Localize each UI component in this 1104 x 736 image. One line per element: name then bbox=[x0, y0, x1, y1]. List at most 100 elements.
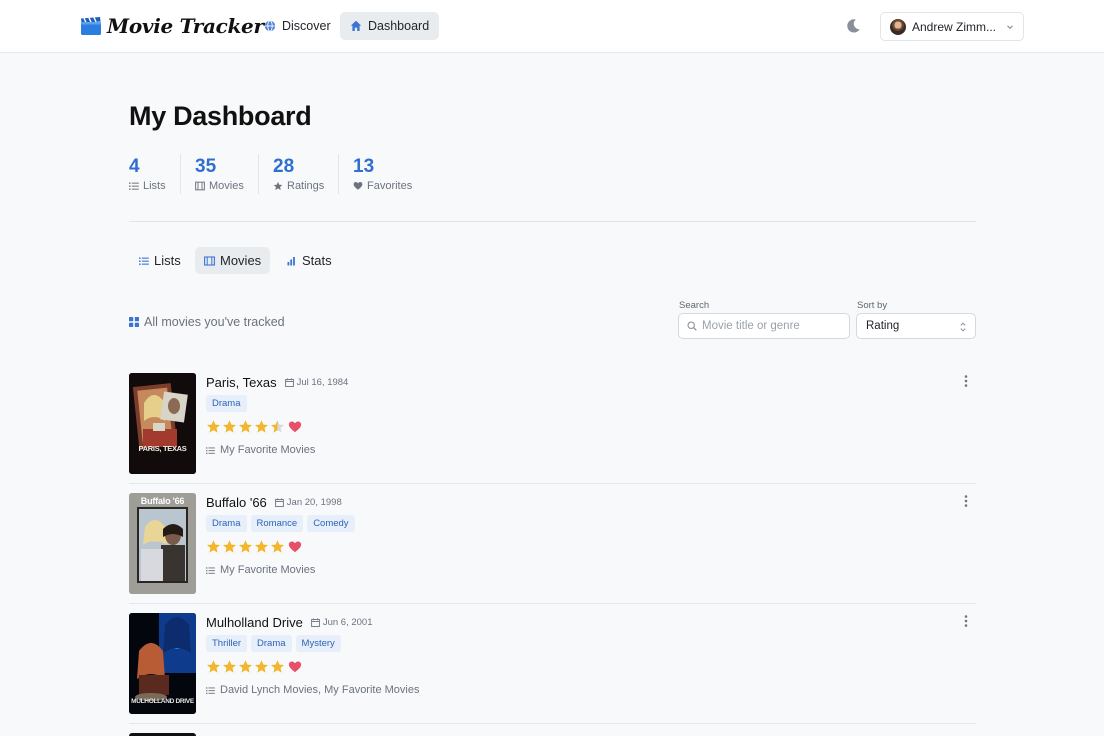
favorite-heart-icon[interactable] bbox=[288, 540, 302, 554]
list-icon bbox=[206, 686, 215, 694]
movies-section-label: All movies you've tracked bbox=[129, 315, 285, 329]
genre-tags: Drama bbox=[206, 395, 251, 412]
stat-label: Ratings bbox=[287, 180, 325, 192]
stat-value: 4 bbox=[129, 156, 140, 177]
movie-poster[interactable]: PARIS, TEXAS bbox=[129, 373, 196, 474]
stat-value: 35 bbox=[195, 156, 217, 177]
divider bbox=[129, 483, 976, 484]
poster-caption: PARIS, TEXAS bbox=[138, 444, 187, 453]
star-full-icon[interactable] bbox=[270, 659, 285, 674]
grid-icon bbox=[129, 317, 139, 327]
star-full-icon[interactable] bbox=[238, 419, 253, 434]
tab-lists[interactable]: Lists bbox=[130, 247, 190, 274]
star-full-icon[interactable] bbox=[222, 659, 237, 674]
genre-tag[interactable]: Thriller bbox=[206, 635, 248, 652]
star-full-icon[interactable] bbox=[222, 539, 237, 554]
dark-mode-toggle-moon-icon[interactable] bbox=[845, 18, 861, 34]
genre-tags: Thriller Drama Mystery bbox=[206, 635, 345, 652]
avatar bbox=[890, 18, 906, 35]
release-date: Jul 16, 1984 bbox=[296, 377, 349, 388]
star-full-icon[interactable] bbox=[206, 539, 221, 554]
tab-label: Stats bbox=[302, 253, 332, 268]
search-label: Search bbox=[679, 300, 710, 311]
search-icon bbox=[687, 321, 697, 331]
rating-stars[interactable] bbox=[206, 539, 303, 554]
movie-title[interactable]: Paris, Texas bbox=[206, 375, 277, 390]
favorite-heart-icon[interactable] bbox=[288, 660, 302, 674]
genre-tag[interactable]: Comedy bbox=[307, 515, 355, 532]
movie-poster[interactable]: MULHOLLAND DRIVE bbox=[129, 613, 196, 714]
genre-tag[interactable]: Drama bbox=[206, 395, 247, 412]
search-input[interactable] bbox=[702, 320, 842, 332]
divider bbox=[258, 154, 259, 194]
movie-row[interactable]: MULHOLLAND DRIVE Mulholland Drive Jun 6,… bbox=[129, 613, 976, 733]
sort-value: Rating bbox=[866, 320, 900, 332]
nav-dashboard-label: Dashboard bbox=[368, 19, 430, 33]
stat-favorites: 13 Favorites bbox=[353, 156, 412, 196]
user-menu-button[interactable]: Andrew Zimm... bbox=[880, 12, 1024, 41]
genre-tag[interactable]: Romance bbox=[250, 515, 304, 532]
star-full-icon[interactable] bbox=[206, 419, 221, 434]
poster-caption: Buffalo '66 bbox=[140, 496, 185, 506]
home-icon bbox=[350, 20, 362, 31]
star-full-icon[interactable] bbox=[254, 659, 269, 674]
movie-title[interactable]: Buffalo '66 bbox=[206, 495, 267, 510]
genre-tag[interactable]: Drama bbox=[251, 635, 292, 652]
nav-discover[interactable]: Discover bbox=[254, 12, 341, 40]
release-date: Jan 20, 1998 bbox=[286, 497, 342, 508]
star-full-icon[interactable] bbox=[238, 539, 253, 554]
more-options-icon[interactable] bbox=[961, 614, 971, 628]
bar-chart-icon bbox=[287, 256, 295, 265]
top-nav-bar: Movie Tracker Discover Dashboard Andrew … bbox=[0, 0, 1104, 53]
calendar-icon bbox=[284, 378, 294, 387]
calendar-icon bbox=[310, 618, 320, 627]
sort-select[interactable]: Rating bbox=[856, 313, 976, 339]
star-half-icon[interactable] bbox=[270, 419, 285, 434]
more-options-icon[interactable] bbox=[961, 494, 971, 508]
divider bbox=[129, 723, 976, 724]
clapperboard-icon bbox=[81, 17, 101, 35]
movie-row[interactable]: PARIS, TEXAS Paris, Texas Jul 16, 1984 D… bbox=[129, 373, 976, 493]
poster-art bbox=[129, 373, 196, 474]
list-icon bbox=[206, 566, 215, 574]
page-title: My Dashboard bbox=[129, 101, 312, 131]
genre-tag[interactable]: Drama bbox=[206, 515, 247, 532]
movie-row[interactable]: Buffalo '66 Buffalo '66 Jan 20, 1998 Dra… bbox=[129, 493, 976, 613]
chevron-up-down-icon bbox=[960, 322, 966, 332]
divider bbox=[338, 154, 339, 194]
list-icon bbox=[206, 446, 215, 454]
rating-stars[interactable] bbox=[206, 419, 303, 434]
star-icon bbox=[273, 181, 283, 191]
stat-label: Favorites bbox=[367, 180, 413, 192]
globe-icon bbox=[264, 20, 276, 32]
user-name: Andrew Zimm... bbox=[912, 19, 997, 34]
star-full-icon[interactable] bbox=[222, 419, 237, 434]
stat-value: 13 bbox=[353, 156, 375, 177]
star-full-icon[interactable] bbox=[254, 539, 269, 554]
star-full-icon[interactable] bbox=[270, 539, 285, 554]
sort-label: Sort by bbox=[857, 300, 888, 311]
stat-label: Lists bbox=[143, 180, 166, 192]
release-date: Jun 6, 2001 bbox=[322, 617, 373, 628]
divider bbox=[129, 603, 976, 604]
divider bbox=[129, 221, 976, 222]
movie-title[interactable]: Mulholland Drive bbox=[206, 615, 303, 630]
star-full-icon[interactable] bbox=[206, 659, 221, 674]
star-full-icon[interactable] bbox=[254, 419, 269, 434]
genre-tag[interactable]: Mystery bbox=[295, 635, 341, 652]
heart-icon bbox=[353, 182, 363, 190]
favorite-heart-icon[interactable] bbox=[288, 420, 302, 434]
search-field[interactable] bbox=[678, 313, 850, 339]
star-full-icon[interactable] bbox=[238, 659, 253, 674]
tab-movies[interactable]: Movies bbox=[195, 247, 271, 274]
tab-label: Lists bbox=[154, 253, 181, 268]
divider bbox=[180, 154, 181, 194]
movie-poster[interactable]: Buffalo '66 bbox=[129, 493, 196, 594]
nav-dashboard[interactable]: Dashboard bbox=[340, 12, 440, 40]
rating-stars[interactable] bbox=[206, 659, 303, 674]
app-logo[interactable]: Movie Tracker bbox=[81, 12, 264, 40]
list-icon bbox=[129, 182, 139, 190]
more-options-icon[interactable] bbox=[961, 374, 971, 388]
film-icon bbox=[195, 181, 205, 191]
tab-stats[interactable]: Stats bbox=[278, 247, 341, 274]
